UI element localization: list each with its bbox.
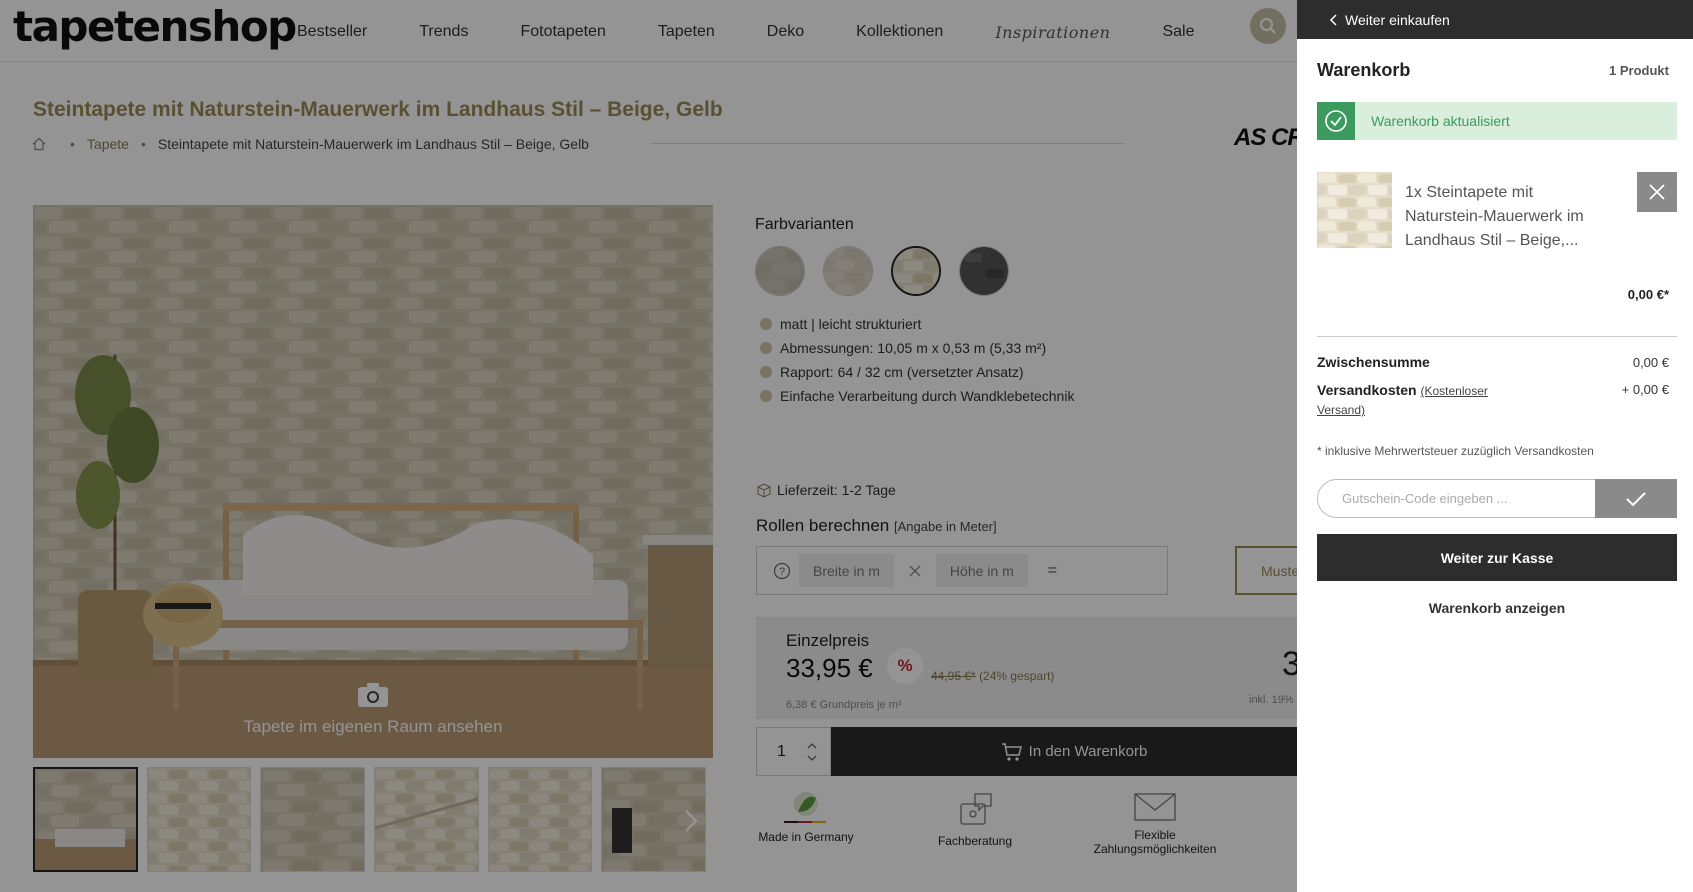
- chevron-left-icon: [1329, 13, 1337, 26]
- cart-title: Warenkorb: [1317, 60, 1411, 80]
- cart-item-title[interactable]: 1x Steintapete mit Naturstein-Mauerwerk …: [1405, 181, 1615, 253]
- close-icon: [1649, 184, 1665, 200]
- view-cart-link[interactable]: Warenkorb anzeigen: [1317, 600, 1677, 616]
- subtotal-value: 0,00 €: [1632, 355, 1669, 370]
- cart-drawer: Weiter einkaufen Warenkorb 1 Produkt War…: [1297, 0, 1693, 892]
- checkmark-icon: [1626, 491, 1646, 506]
- coupon-input[interactable]: [1317, 479, 1595, 518]
- cart-divider: [1317, 336, 1677, 337]
- remove-item-button[interactable]: [1637, 172, 1677, 212]
- shipping-label: Versandkosten (Kostenloser Versand): [1317, 382, 1488, 417]
- check-circle-icon: [1317, 102, 1355, 140]
- checkout-button[interactable]: Weiter zur Kasse: [1317, 534, 1677, 581]
- continue-shopping-button[interactable]: Weiter einkaufen: [1297, 0, 1693, 39]
- modal-backdrop[interactable]: [0, 0, 1297, 892]
- shipping-value: + 0,00 €: [1621, 382, 1669, 397]
- cart-count: 1 Produkt: [1609, 63, 1669, 78]
- coupon-form: [1317, 479, 1677, 518]
- cart-item-price: 0,00 €*: [1627, 287, 1669, 302]
- cart-updated-message: Warenkorb aktualisiert: [1317, 102, 1677, 140]
- cart-item-image[interactable]: [1317, 172, 1392, 248]
- tax-note: * inklusive Mehrwertsteuer zuzüglich Ver…: [1317, 444, 1594, 458]
- coupon-submit-button[interactable]: [1595, 479, 1677, 518]
- subtotal-label: Zwischensumme: [1317, 354, 1430, 370]
